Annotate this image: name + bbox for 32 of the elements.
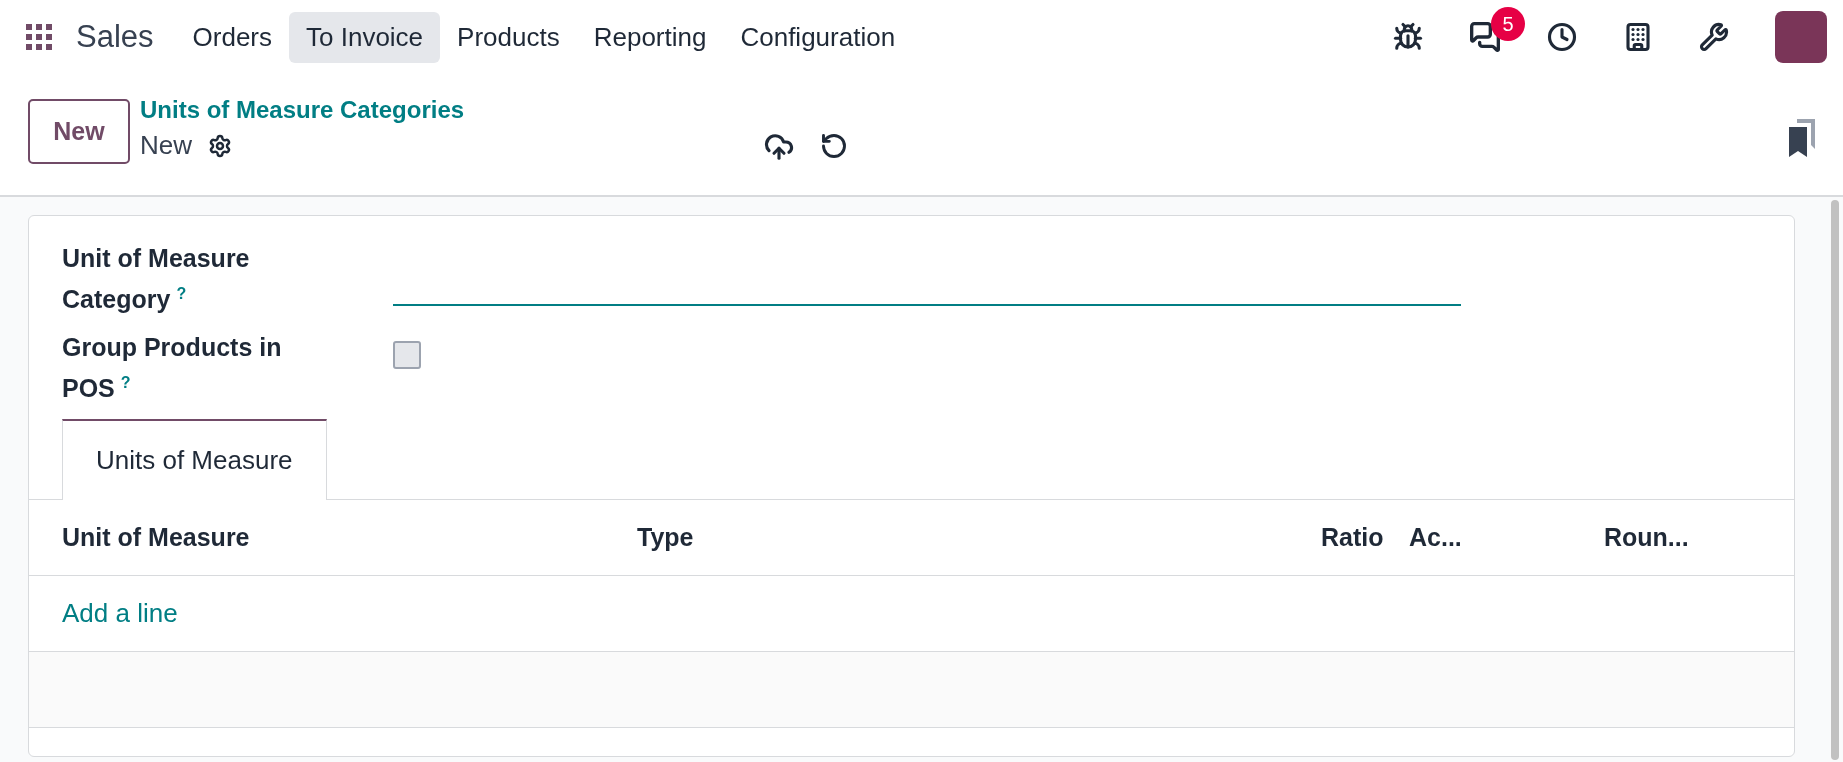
- menu-item[interactable]: Orders: [175, 11, 289, 63]
- checkbox[interactable]: [393, 341, 421, 370]
- notification-count: 5: [1491, 7, 1525, 41]
- new-button[interactable]: New: [28, 99, 130, 164]
- tab[interactable]: Units of Measure: [62, 418, 327, 500]
- column-header[interactable]: Ratio: [1321, 522, 1409, 552]
- tools-icon[interactable]: [1699, 22, 1729, 52]
- field-label: Group Products in POS $^{?}$: [62, 332, 283, 405]
- add-line-link[interactable]: Add a line: [62, 597, 178, 629]
- chat-icon[interactable]: [1469, 21, 1501, 53]
- cloud-upload-icon[interactable]: [764, 132, 795, 162]
- building-icon[interactable]: [1623, 22, 1653, 52]
- column-header[interactable]: Unit of Measure: [62, 522, 637, 552]
- bug-icon[interactable]: [1393, 22, 1423, 52]
- apps-grid-icon[interactable]: [26, 24, 52, 50]
- menu-item[interactable]: To Invoice: [289, 11, 441, 63]
- settings-icon[interactable]: [208, 133, 232, 158]
- menu-item[interactable]: Configuration: [723, 11, 913, 63]
- app-name[interactable]: Sales: [76, 19, 154, 55]
- bookmarks-icon[interactable]: [1789, 119, 1815, 157]
- undo-icon[interactable]: [820, 132, 849, 160]
- breadcrumb-link[interactable]: Units of Measure Categories: [140, 96, 465, 124]
- clock-icon[interactable]: [1547, 22, 1577, 52]
- column-header[interactable]: Ac...: [1409, 522, 1604, 552]
- column-header[interactable]: Type: [637, 522, 1321, 552]
- user-avatar[interactable]: [1775, 11, 1827, 63]
- field-label: Unit of Measure Category $^{?}$: [62, 243, 251, 316]
- menu-item[interactable]: Products: [440, 11, 577, 63]
- column-header[interactable]: Roun...: [1604, 522, 1794, 552]
- menu-item[interactable]: Reporting: [576, 11, 724, 63]
- scrollbar[interactable]: [1831, 200, 1839, 760]
- record-name: New: [140, 130, 192, 161]
